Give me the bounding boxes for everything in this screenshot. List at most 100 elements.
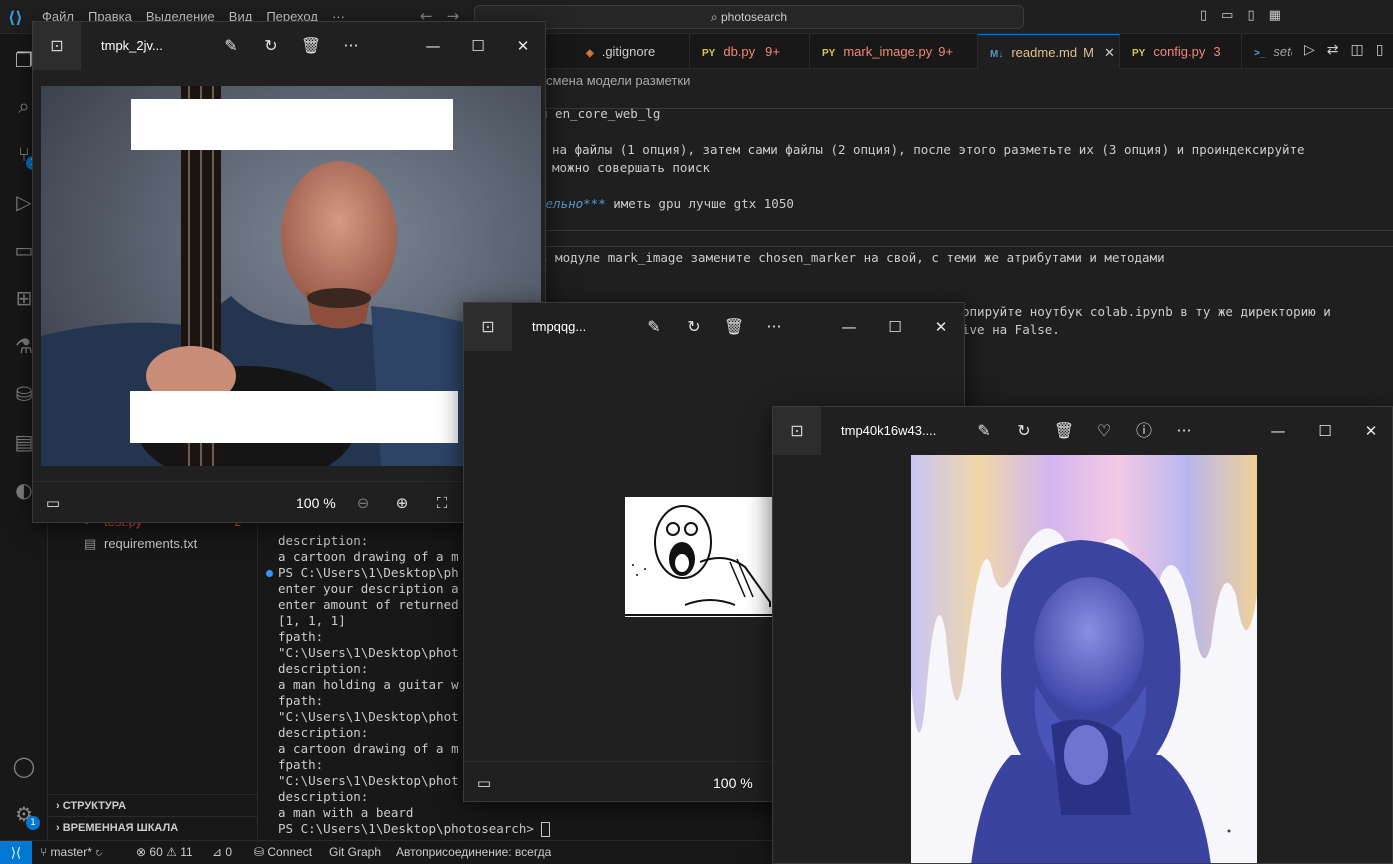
window-header: ⊡ tmp40k16w43.... ✎ ↻ 🗑 ♡ ⓘ ··· — ☐ ✕ [773, 407, 1392, 455]
terminal-line: fpath: [278, 629, 324, 644]
file-name: requirements.txt [104, 536, 198, 551]
minimize-icon[interactable]: — [1265, 419, 1291, 443]
chevron-right-icon: › [56, 800, 63, 812]
photos-app-icon[interactable]: ⊡ [45, 34, 69, 58]
terminal-line: enter your description a [278, 581, 459, 596]
maximize-icon[interactable]: ☐ [465, 34, 491, 58]
editor-actions: ▷ ⇄ ◫ ▯ [1304, 42, 1383, 58]
info-icon[interactable]: ⓘ [1132, 419, 1156, 443]
rotate-icon[interactable]: ↻ [259, 34, 283, 58]
more-options-icon[interactable]: ··· [1172, 419, 1196, 443]
command-center-search[interactable]: ⌕ photosearch [474, 5, 1024, 29]
more-options-icon[interactable]: ··· [339, 34, 363, 58]
tab-type-icon: PY [822, 48, 836, 59]
delete-icon[interactable]: 🗑 [1052, 419, 1076, 443]
fit-to-window-icon[interactable]: ⛶ [430, 491, 454, 515]
delete-icon[interactable]: 🗑 [299, 34, 323, 58]
maximize-icon[interactable]: ☐ [1312, 419, 1338, 443]
terminal-line: a cartoon drawing of a m [278, 549, 459, 564]
minimize-icon[interactable]: — [420, 34, 446, 58]
tab-badge: 9+ [938, 44, 954, 59]
settings-gear-icon[interactable]: ⚙ 1 [10, 800, 40, 830]
terminal-line: "C:\Users\1\Desktop\phot [278, 709, 459, 724]
ports-indicator[interactable]: ⊿ 0 [212, 841, 232, 864]
remote-indicator-icon[interactable]: ⟩⟨ [0, 841, 32, 864]
vscode-logo-icon: ⟨⟩ [8, 8, 23, 27]
outline-label: СТРУКТУРА [62, 800, 127, 812]
maximize-icon[interactable]: ☐ [882, 315, 908, 339]
tab-gitignore[interactable]: ◈ .gitignore [574, 34, 690, 69]
text-file-icon: ▤ [84, 536, 97, 551]
branch-indicator[interactable]: ⑂ master* ↻ [40, 841, 102, 864]
window-title: tmpk_2jv... [101, 38, 163, 53]
terminal-line: "C:\Users\1\Desktop\phot [278, 773, 459, 788]
tab-badge: 3 [1213, 44, 1221, 59]
run-icon[interactable]: ▷ [1304, 42, 1315, 58]
terminal-line: description: [278, 725, 369, 740]
photos-app-icon[interactable]: ⊡ [785, 419, 809, 443]
outline-section[interactable]: › СТРУКТУРА [48, 794, 258, 816]
edit-image-icon[interactable]: ✎ [972, 419, 996, 443]
filmstrip-icon[interactable]: ▭ [472, 771, 496, 795]
edit-image-icon[interactable]: ✎ [219, 34, 243, 58]
redaction-box [130, 391, 458, 443]
edit-image-icon[interactable]: ✎ [642, 315, 666, 339]
auto-attach-status[interactable]: Автоприсоединение: всегда [396, 841, 551, 864]
delete-icon[interactable]: 🗑 [722, 315, 746, 339]
code-line: можно совершать поиск [552, 160, 711, 175]
more-options-icon[interactable]: ··· [762, 315, 786, 339]
tab-readme[interactable]: M↓ readme.md M ✕ [978, 34, 1120, 69]
filmstrip-icon[interactable]: ▭ [41, 491, 65, 515]
photo-cartoon-drawing [625, 497, 775, 617]
rotate-icon[interactable]: ↻ [682, 315, 706, 339]
timeline-section[interactable]: › ВРЕМЕННАЯ ШКАЛА [48, 816, 258, 838]
code-line: в модуле mark_image замените chosen_mark… [540, 250, 1165, 265]
breadcrumb: смена модели разметки [546, 73, 691, 88]
favorite-heart-icon[interactable]: ♡ [1092, 419, 1116, 443]
tab-type-icon: >_ [1254, 48, 1266, 59]
zoom-level: 100 % [296, 495, 336, 511]
tab-setup[interactable]: >_ setu [1242, 34, 1292, 69]
tab-label: config.py [1153, 44, 1206, 59]
toggle-secondary-sidebar-icon[interactable]: ▯ [1247, 8, 1254, 23]
sync-icon: ↻ [91, 845, 103, 859]
error-count: 60 [149, 845, 163, 859]
terminal-prompt: PS C:\Users\1\Desktop\photosearch> [278, 821, 551, 837]
zoom-in-icon[interactable]: ⊕ [390, 491, 414, 515]
search-label: photosearch [721, 10, 788, 24]
window-header: ⊡ tmpk_2jv... ✎ ↻ 🗑 ··· — ☐ ✕ [33, 22, 545, 70]
git-graph-button[interactable]: Git Graph [329, 841, 381, 864]
minimize-icon[interactable]: — [836, 315, 862, 339]
problems-indicator[interactable]: ⊗ 60 ⚠ 11 [136, 841, 193, 864]
split-editor-icon[interactable]: ◫ [1351, 42, 1364, 58]
tab-mark-image[interactable]: PY mark_image.py 9+ [810, 34, 978, 69]
connect-label: Connect [267, 845, 313, 859]
photos-app-icon[interactable]: ⊡ [476, 315, 500, 339]
terminal-line: a man holding a guitar w [278, 677, 459, 692]
terminal-cursor [541, 822, 551, 837]
rotate-icon[interactable]: ↻ [1012, 419, 1036, 443]
close-icon[interactable]: ✕ [1358, 419, 1384, 443]
toggle-panel-icon[interactable]: ▭ [1221, 8, 1233, 23]
close-icon[interactable]: ✕ [510, 34, 536, 58]
redaction-box [131, 99, 453, 150]
window-title: tmpqqg... [532, 319, 587, 334]
close-icon[interactable]: ✕ [928, 315, 954, 339]
account-icon[interactable]: ◯ [10, 752, 38, 780]
more-actions-icon[interactable]: ▯ [1376, 42, 1384, 58]
file-item-requirements[interactable]: ▤ requirements.txt [84, 536, 197, 552]
tab-label: setu [1273, 44, 1292, 59]
window-title: tmp40k16w43.... [841, 423, 937, 438]
zoom-out-icon[interactable]: ⊖ [351, 491, 375, 515]
compare-icon[interactable]: ⇄ [1327, 42, 1339, 58]
toggle-sidebar-icon[interactable]: ▯ [1200, 8, 1207, 23]
close-tab-icon[interactable]: ✕ [1104, 45, 1115, 60]
terminal-line: fpath: [278, 693, 324, 708]
code-line: опируйте ноутбук colab.ipynb в ту же дир… [962, 304, 1331, 319]
connect-button[interactable]: ⛁ Connect [254, 841, 312, 864]
command-decoration-icon[interactable] [266, 570, 273, 577]
tab-config[interactable]: PY config.py 3 [1120, 34, 1242, 69]
search-icon: ⌕ [710, 10, 721, 24]
tab-db[interactable]: PY db.py 9+ [690, 34, 810, 69]
customize-layout-icon[interactable]: ▦ [1269, 8, 1281, 23]
